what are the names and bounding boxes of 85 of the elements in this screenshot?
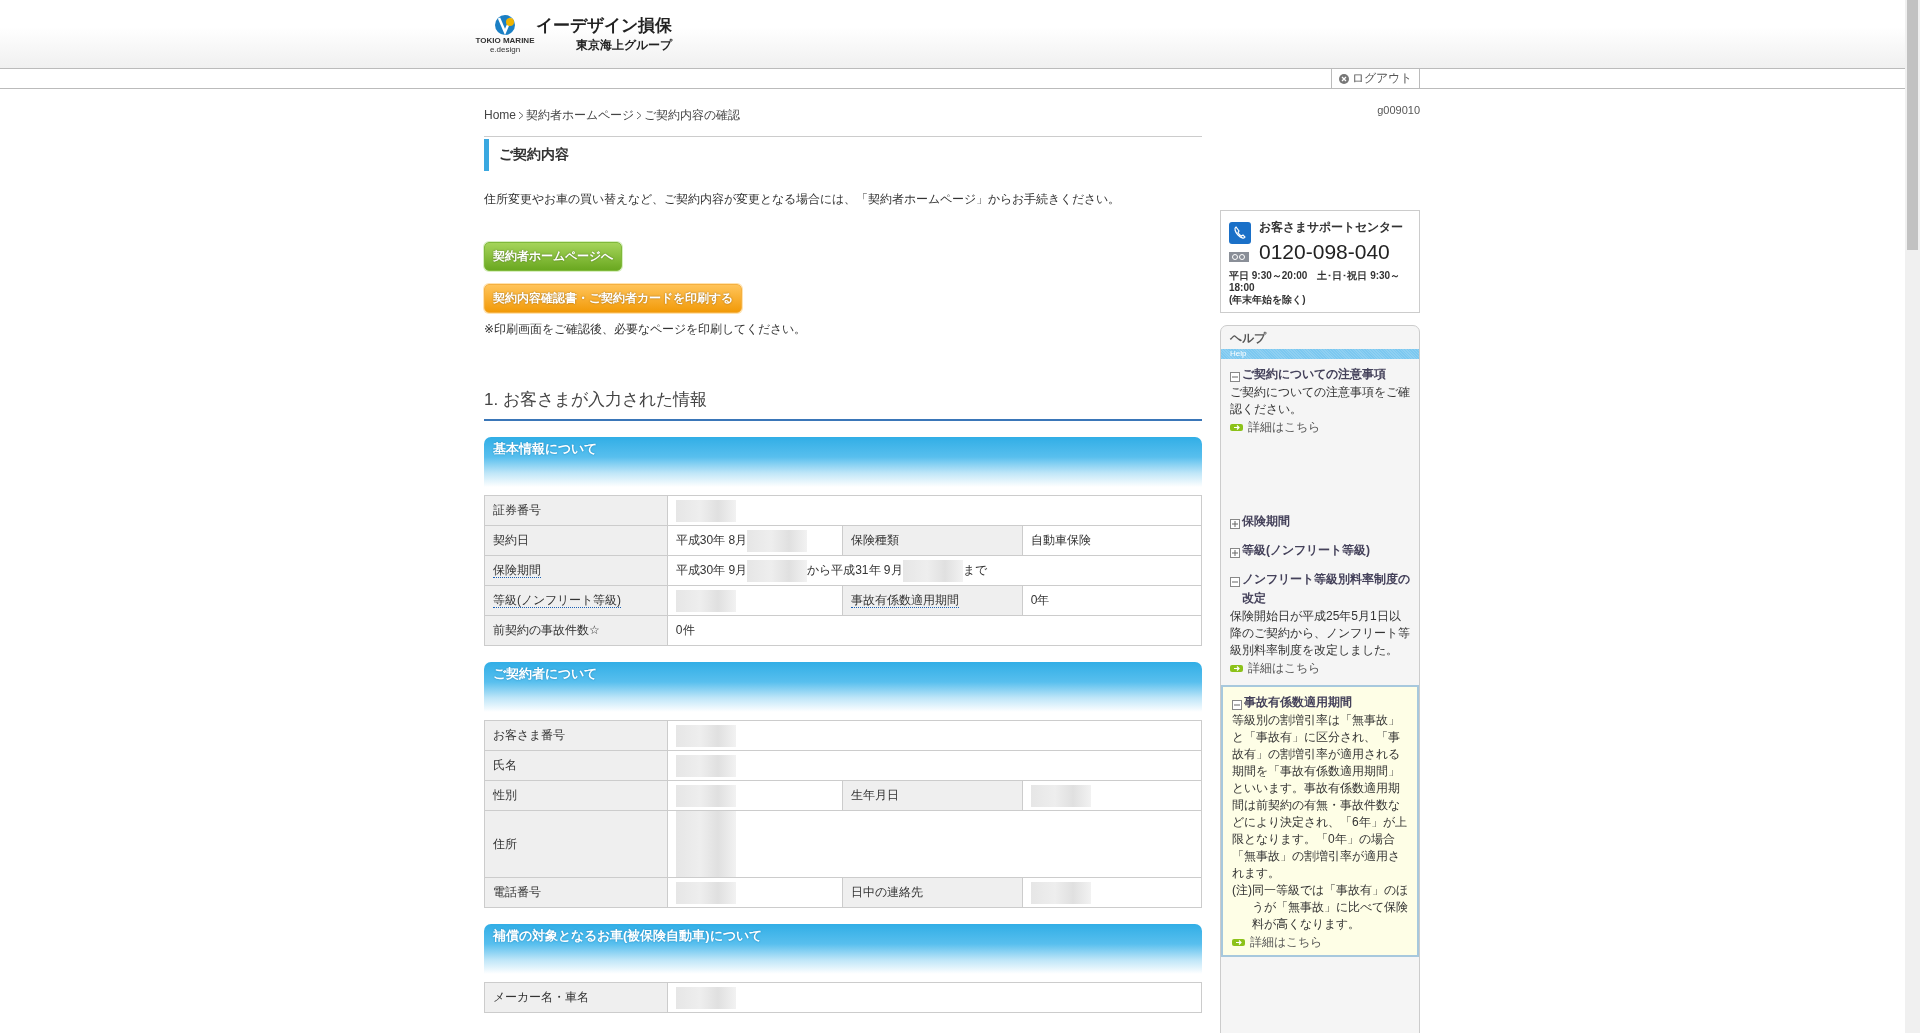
field-label: 契約日 — [484, 525, 668, 556]
redacted-block — [675, 811, 736, 833]
chevron-icon — [518, 110, 524, 120]
scrollbar[interactable] — [1905, 0, 1920, 1033]
logo-caption: TOKIO MARINE — [475, 36, 535, 45]
breadcrumb-link[interactable]: 契約者ホームページ — [526, 106, 634, 124]
details-link[interactable]: 詳細はこちら — [1230, 660, 1410, 677]
free-dial-icon — [1229, 252, 1249, 262]
collapse-icon[interactable] — [1232, 700, 1242, 710]
redacted-block — [675, 754, 736, 777]
field-value: から平成31年 9月 — [807, 562, 903, 579]
scrollbar-thumb[interactable] — [1907, 0, 1918, 250]
field-label: 氏名 — [484, 750, 668, 781]
redacted-block — [675, 784, 736, 807]
redacted-block — [1030, 881, 1091, 904]
field-label: 性別 — [484, 780, 668, 811]
field-label: 住所 — [484, 810, 668, 878]
redacted-block — [902, 559, 963, 582]
support-hours: 平日 9:30～20:00 土･日･祝日 9:30～18:00 — [1229, 270, 1402, 294]
help-item-title[interactable]: 等級(ノンフリート等級) — [1242, 541, 1370, 560]
help-band: Help — [1221, 349, 1419, 359]
close-icon — [1339, 73, 1349, 84]
print-note: ※印刷画面をご確認後、必要なページを印刷してください。 — [484, 321, 808, 338]
redacted-block — [675, 499, 736, 522]
field-value: 自動車保険 — [1030, 532, 1091, 549]
redacted-block — [675, 724, 736, 747]
breadcrumb-link[interactable]: Home — [484, 108, 516, 122]
collapse-icon[interactable] — [1230, 372, 1240, 382]
note-text: 同一等級では「事故有」のほうが「無事故」に比べて保険料が高くなります。 — [1252, 882, 1408, 933]
help-item-title[interactable]: 保険期間 — [1242, 512, 1290, 531]
logo-icon — [493, 14, 517, 36]
help-title: ヘルプ — [1229, 330, 1268, 347]
field-label: 電話番号 — [484, 877, 668, 908]
note-mark: (注) — [1232, 882, 1252, 899]
phone-number: 0120-098-040 — [1259, 240, 1391, 264]
page-code: g009010 — [1377, 104, 1420, 118]
section-heading: 1. お客さまが入力された情報 — [484, 388, 1202, 421]
field-label: 生年月日 — [843, 780, 1023, 811]
redacted-block — [675, 589, 736, 612]
redacted-block — [747, 559, 808, 582]
field-value: 平成30年 9月 — [675, 562, 748, 579]
breadcrumb-link[interactable]: ご契約内容の確認 — [644, 106, 740, 124]
field-value: まで — [962, 562, 987, 579]
logout-button[interactable]: ログアウト — [1331, 69, 1420, 88]
field-label: 保険種類 — [843, 525, 1023, 556]
expand-icon[interactable] — [1230, 519, 1240, 529]
help-item-title[interactable]: 事故有係数適用期間 — [1244, 693, 1352, 712]
logo-caption: e.design — [489, 45, 521, 54]
field-value: 平成30年 8月 — [675, 532, 748, 549]
expand-icon[interactable] — [1230, 548, 1240, 558]
redacted-block — [747, 529, 808, 552]
phone-icon — [1229, 222, 1251, 244]
field-value: 0件 — [675, 622, 695, 639]
brand-subtitle: 東京海上グループ — [576, 37, 672, 54]
section-header: 補償の対象となるお車(被保険自動車)について — [484, 924, 1202, 974]
field-label: 前契約の事故件数☆ — [484, 615, 668, 646]
field-label: 日中の連絡先 — [843, 877, 1023, 908]
field-value: 0年 — [1030, 592, 1050, 609]
arrow-icon — [1230, 424, 1243, 431]
help-link[interactable]: 保険期間 — [493, 563, 541, 578]
section-header: 基本情報について — [484, 437, 1202, 487]
details-link[interactable]: 詳細はこちら — [1232, 934, 1408, 951]
redacted-block — [675, 881, 736, 904]
redacted-block — [675, 986, 736, 1009]
arrow-icon — [1232, 939, 1245, 946]
page-title: ご契約内容 — [484, 139, 1202, 171]
field-label: メーカー名・車名 — [484, 982, 668, 1013]
redacted-block — [675, 855, 736, 877]
collapse-icon[interactable] — [1230, 577, 1240, 587]
details-link[interactable]: 詳細はこちら — [1230, 419, 1410, 436]
arrow-icon — [1230, 665, 1243, 672]
help-text: 保険開始日が平成25年5月1日以降のご契約から、ノンフリート等級別料率制度を改定しました。 — [1230, 608, 1410, 659]
support-hours-note: (年末年始を除く) — [1229, 294, 1307, 306]
help-item-title[interactable]: ノンフリート等級別料率制度の改定 — [1242, 570, 1410, 608]
help-item-title[interactable]: ご契約についての注意事項 — [1242, 365, 1386, 384]
redacted-block — [1030, 784, 1091, 807]
field-label: 証券番号 — [484, 495, 668, 526]
support-title: お客さまサポートセンター — [1259, 219, 1403, 236]
brand-name: イーデザイン損保 — [536, 15, 672, 37]
section-header: ご契約者について — [484, 662, 1202, 712]
field-label: お客さま番号 — [484, 720, 668, 751]
help-text: 等級別の割増引率は「無事故」と「事故有」に区分され、「事故有」の割増引率が適用される期間を「事故有係数適用期間」といいます。事故有係数適用期間は前契約の有無・事故件数などにより決定され、「6年」が上限となります。「0年」の場合「無事故」の割増引率が適用されます。 — [1232, 712, 1408, 882]
intro-text: 住所変更やお車の買い替えなど、ご契約内容が変更となる場合には、「契約者ホームページ」からお手続きください。 — [484, 191, 1121, 208]
chevron-icon — [636, 110, 642, 120]
help-text: ご契約についての注意事項をご確認ください。 — [1230, 384, 1410, 418]
